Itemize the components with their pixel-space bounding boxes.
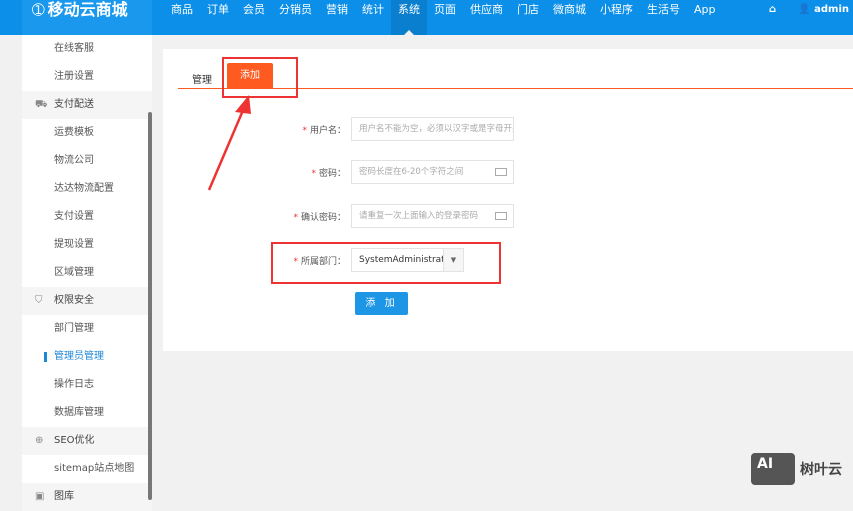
annotation-arrow bbox=[207, 95, 251, 191]
watermark: AI 树叶云 bbox=[751, 453, 842, 485]
watermark-logo: AI bbox=[751, 453, 795, 485]
